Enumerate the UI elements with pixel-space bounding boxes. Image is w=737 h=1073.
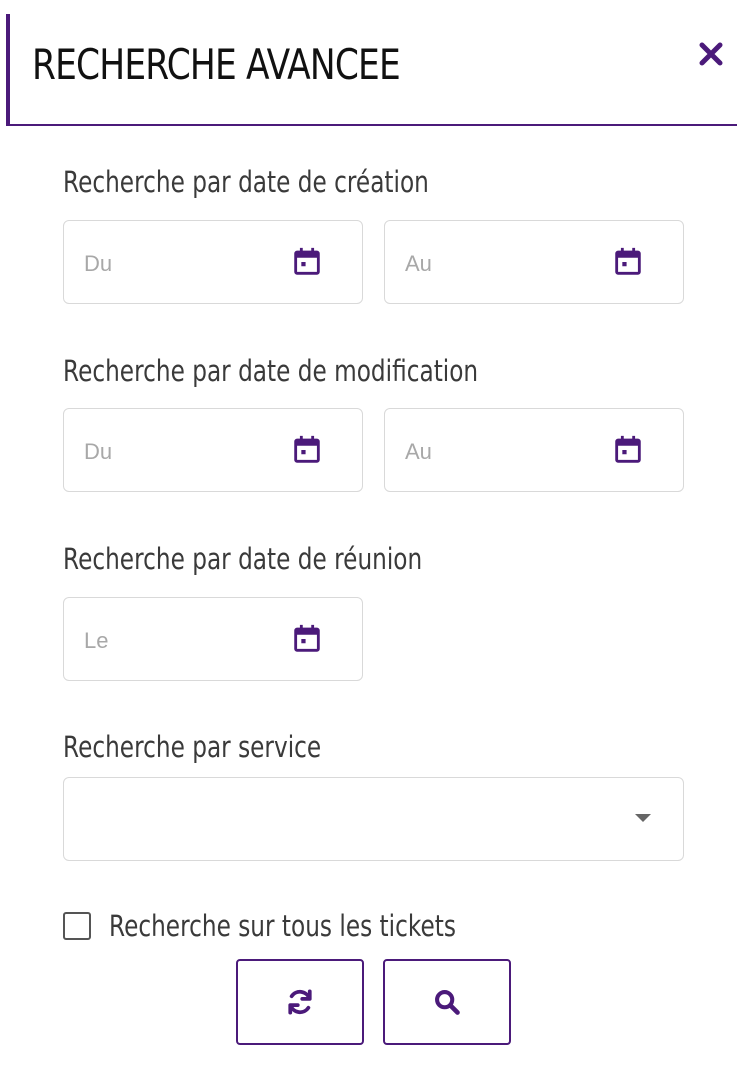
creation-from-field[interactable] [63, 220, 363, 304]
calendar-icon[interactable] [290, 433, 324, 467]
modification-from-input[interactable] [84, 435, 274, 469]
service-select[interactable] [63, 777, 684, 861]
creation-to-input[interactable] [405, 247, 595, 281]
creation-from-input[interactable] [84, 247, 274, 281]
search-icon [435, 990, 460, 1015]
creation-to-field[interactable] [384, 220, 684, 304]
meeting-on-input[interactable] [84, 624, 274, 658]
panel-header: RECHERCHE AVANCEE [6, 14, 737, 126]
all-tickets-label: Recherche sur tous les tickets [109, 909, 456, 943]
creation-date-label: Recherche par date de création [63, 165, 429, 199]
all-tickets-option[interactable]: Recherche sur tous les tickets [63, 904, 543, 948]
caret-down-icon[interactable] [635, 814, 651, 822]
calendar-icon[interactable] [611, 433, 645, 467]
calendar-icon[interactable] [611, 245, 645, 279]
calendar-icon[interactable] [290, 245, 324, 279]
modification-to-field[interactable] [384, 408, 684, 492]
all-tickets-checkbox[interactable] [63, 912, 91, 940]
refresh-icon [288, 989, 312, 1015]
close-button[interactable] [693, 36, 729, 72]
modification-from-field[interactable] [63, 408, 363, 492]
service-label: Recherche par service [63, 730, 322, 764]
search-button[interactable] [383, 959, 511, 1045]
meeting-date-label: Recherche par date de réunion [63, 542, 423, 576]
close-icon [699, 42, 723, 66]
calendar-icon[interactable] [290, 622, 324, 656]
meeting-on-field[interactable] [63, 597, 363, 681]
modification-to-input[interactable] [405, 435, 595, 469]
panel-title: RECHERCHE AVANCEE [32, 40, 401, 89]
reset-button[interactable] [236, 959, 364, 1045]
modification-date-label: Recherche par date de modification [63, 354, 479, 388]
